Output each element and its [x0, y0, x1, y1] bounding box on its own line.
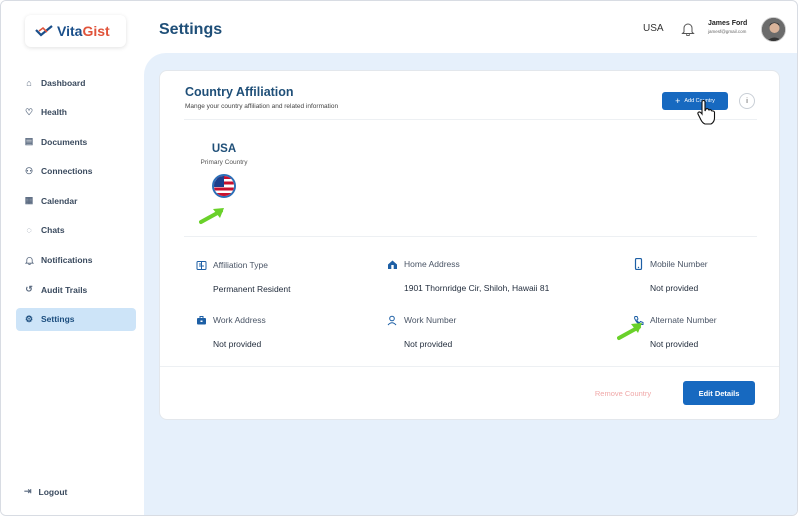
annotation-arrow-icon	[199, 208, 224, 224]
sidebar-item-label: Notifications	[41, 255, 93, 266]
us-flag-icon	[623, 21, 637, 35]
people-icon: ⚇	[24, 165, 34, 176]
sidebar-item-settings[interactable]: ⚙ Settings	[16, 307, 136, 331]
add-country-button[interactable]: + Add Country	[662, 92, 728, 110]
brand-name-part1: Vita	[57, 23, 83, 39]
app-window: VitaGist ⌂ Dashboard ♡ Health ▤ Document…	[0, 0, 798, 516]
sidebar-item-health[interactable]: ♡ Health	[16, 101, 136, 124]
sidebar-item-label: Chats	[41, 225, 65, 236]
home-icon	[386, 258, 398, 270]
field-home-address: Home Address 1901 Thornridge Cir, Shiloh…	[386, 258, 549, 293]
briefcase-icon	[195, 314, 207, 326]
country-affiliation-card: Country Affiliation Mange your country a…	[159, 70, 780, 420]
user-phone-icon	[386, 314, 398, 326]
field-value: 1901 Thornridge Cir, Shiloh, Hawaii 81	[404, 283, 550, 293]
field-value: Not provided	[650, 339, 699, 349]
field-mobile-number: Mobile Number Not provided	[632, 258, 708, 293]
avatar-photo-icon	[762, 18, 785, 41]
sidebar-item-label: Health	[41, 107, 67, 118]
annotation-arrow-icon	[617, 323, 642, 340]
field-work-address: Work Address Not provided	[195, 314, 266, 349]
hand-cursor-icon	[697, 100, 716, 125]
field-label: Mobile Number	[650, 259, 708, 269]
user-email: jamesf@gmail.com	[708, 29, 747, 34]
bell-icon	[24, 255, 34, 265]
sidebar-item-label: Calendar	[41, 195, 78, 206]
field-affiliation-type: Affiliation Type Permanent Resident	[195, 259, 291, 294]
country-name: USA	[211, 143, 237, 155]
divider	[184, 236, 757, 237]
sidebar-item-label: Documents	[41, 136, 88, 147]
logout-button[interactable]: ⇥ Logout	[24, 486, 67, 497]
divider	[184, 119, 757, 120]
divider	[160, 366, 779, 367]
logo-mark-icon	[35, 25, 53, 37]
field-label: Home Address	[404, 259, 460, 269]
sidebar-item-label: Settings	[41, 314, 75, 325]
id-card-icon	[195, 259, 207, 271]
mobile-phone-icon	[632, 258, 644, 270]
field-label: Affiliation Type	[213, 260, 268, 270]
home-icon: ⌂	[26, 77, 32, 88]
history-icon: ↺	[25, 284, 33, 295]
document-icon: ▤	[24, 136, 34, 147]
sidebar-item-dashboard[interactable]: ⌂ Dashboard	[16, 71, 136, 94]
logout-icon: ⇥	[24, 486, 32, 496]
sidebar-item-chats[interactable]: ◌ Chats	[16, 219, 136, 242]
sidebar-item-audit-trails[interactable]: ↺ Audit Trails	[16, 278, 136, 301]
sidebar-nav: ⌂ Dashboard ♡ Health ▤ Documents ⚇ Conne…	[16, 71, 136, 337]
heart-icon: ♡	[24, 106, 34, 117]
chat-icon: ◌	[26, 225, 32, 236]
edit-details-button[interactable]: Edit Details	[683, 381, 755, 405]
notification-bell-icon[interactable]	[681, 22, 695, 36]
country-role: Primary Country	[200, 159, 248, 166]
field-value: Not provided	[650, 283, 699, 293]
calendar-icon: ▦	[24, 195, 34, 206]
field-value: Not provided	[213, 339, 262, 349]
user-name: James Ford	[708, 20, 748, 27]
user-info[interactable]: James Ford jamesf@gmail.com	[708, 20, 747, 34]
logout-label: Logout	[38, 486, 68, 497]
sidebar: VitaGist ⌂ Dashboard ♡ Health ▤ Document…	[1, 1, 144, 515]
card-subtitle: Mange your country affiliation and relat…	[185, 103, 339, 110]
sidebar-item-connections[interactable]: ⚇ Connections	[16, 160, 136, 183]
sidebar-item-calendar[interactable]: ▦ Calendar	[16, 189, 136, 212]
field-value: Not provided	[404, 339, 453, 349]
field-work-number: Work Number Not provided	[386, 314, 456, 349]
sidebar-item-label: Dashboard	[41, 77, 86, 88]
gear-icon: ⚙	[24, 313, 34, 324]
field-label: Work Number	[404, 315, 457, 325]
brand-logo[interactable]: VitaGist	[25, 15, 126, 47]
us-flag-icon	[212, 174, 236, 198]
field-label: Alternate Number	[650, 315, 717, 325]
info-icon[interactable]: i	[739, 93, 755, 109]
field-value: Permanent Resident	[213, 284, 291, 294]
sidebar-item-documents[interactable]: ▤ Documents	[16, 130, 136, 153]
country-switcher[interactable]: USA	[623, 21, 664, 35]
country-item-usa[interactable]: USA Primary Country	[195, 143, 253, 198]
remove-country-button[interactable]: Remove Country	[577, 383, 669, 403]
field-label: Work Address	[213, 315, 266, 325]
avatar[interactable]	[761, 17, 786, 42]
sidebar-item-label: Audit Trails	[41, 284, 88, 295]
country-switcher-label: USA	[643, 22, 664, 34]
plus-icon: +	[675, 95, 681, 106]
sidebar-item-notifications[interactable]: Notifications	[16, 249, 136, 272]
card-title: Country Affiliation	[185, 85, 294, 99]
page-title: Settings	[159, 21, 223, 38]
brand-name-part2: Gist	[82, 23, 110, 39]
sidebar-item-label: Connections	[41, 166, 93, 177]
